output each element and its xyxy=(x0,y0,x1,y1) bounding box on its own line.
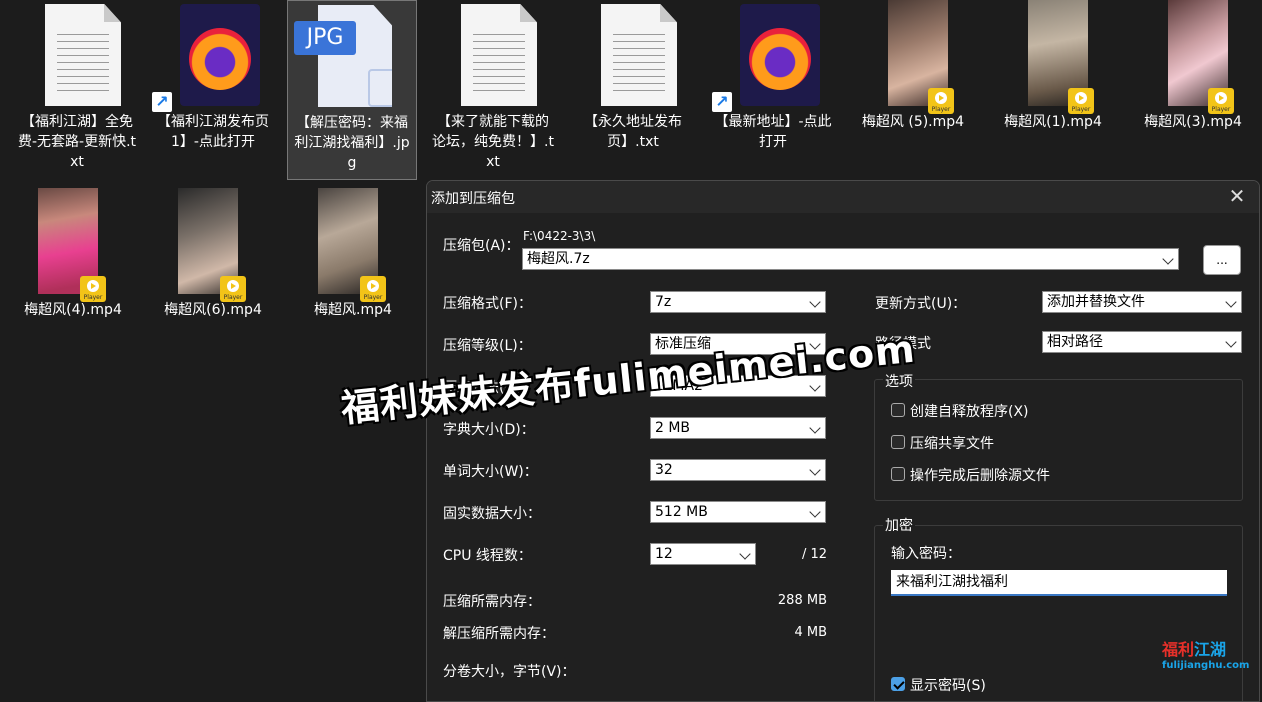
archive-name-combo[interactable]: 梅超风.7z xyxy=(522,248,1179,270)
path-mode-select[interactable]: 相对路径 xyxy=(1042,331,1242,353)
file-txt-1[interactable]: 【福利江湖】全免费-无套路-更新快.txt xyxy=(12,0,142,172)
file-name: 【福利江湖】全免费-无套路-更新快.txt xyxy=(17,114,137,170)
firefox-icon xyxy=(180,4,260,106)
path-mode-value: 相对路径 xyxy=(1047,334,1103,350)
sfx-checkbox[interactable] xyxy=(891,403,905,417)
shortcut-arrow-icon: ↗ xyxy=(712,92,732,112)
logo-url: fulijianghu.com xyxy=(1162,660,1250,671)
close-icon[interactable]: ✕ xyxy=(1225,183,1249,209)
cpu-threads-label: CPU 线程数： xyxy=(443,548,532,564)
file-video-2[interactable]: Player 梅超风(1).mp4 xyxy=(988,0,1118,132)
password-input[interactable]: 来福利江湖找福利 xyxy=(891,570,1227,596)
player-icon: Player xyxy=(360,276,386,302)
word-size-label: 单词大小(W)： xyxy=(443,464,538,480)
logo-text-b: 江湖 xyxy=(1194,640,1227,659)
add-to-archive-dialog: 添加到压缩包 ✕ 压缩包(A)： F:\0422-3\3\ 梅超风.7z ...… xyxy=(426,180,1260,702)
update-mode-select[interactable]: 添加并替换文件 xyxy=(1042,291,1242,313)
file-txt-2[interactable]: 【来了就能下载的论坛，纯免费！】.txt xyxy=(428,0,558,172)
file-video-6[interactable]: Player 梅超风.mp4 xyxy=(288,188,418,320)
solid-block-select[interactable]: 512 MB xyxy=(650,501,826,523)
firefox-icon xyxy=(740,4,820,106)
file-name: 梅超风(6).mp4 xyxy=(164,302,262,318)
file-video-1[interactable]: Player 梅超风 (5).mp4 xyxy=(848,0,978,132)
text-file-icon xyxy=(45,4,121,106)
format-label: 压缩格式(F)： xyxy=(443,296,532,312)
solid-block-label: 固实数据大小： xyxy=(443,506,541,522)
dialog-title: 添加到压缩包 xyxy=(431,191,515,207)
text-file-icon xyxy=(461,4,537,106)
update-mode-label: 更新方式(U)： xyxy=(875,296,967,312)
file-video-4[interactable]: Player 梅超风(4).mp4 xyxy=(8,188,138,320)
text-file-icon xyxy=(601,4,677,106)
archive-path: F:\0422-3\3\ xyxy=(523,229,596,243)
chevron-down-icon xyxy=(809,464,821,476)
file-shortcut-1[interactable]: ↗ 【福利江湖发布页1】-点此打开 xyxy=(148,0,278,152)
chevron-down-icon xyxy=(739,548,751,560)
player-icon: Player xyxy=(928,88,954,114)
file-video-5[interactable]: Player 梅超风(6).mp4 xyxy=(148,188,278,320)
chevron-down-icon xyxy=(1225,296,1237,308)
memory-compress-value: 288 MB xyxy=(777,593,827,608)
chevron-down-icon xyxy=(1225,336,1237,348)
cpu-threads-select[interactable]: 12 xyxy=(650,543,756,565)
logo-text-a: 福利 xyxy=(1162,640,1195,659)
file-name: 梅超风(1).mp4 xyxy=(1004,114,1102,130)
solid-block-value: 512 MB xyxy=(655,504,708,520)
memory-decompress-label: 解压缩所需内存： xyxy=(443,626,555,642)
browse-button[interactable]: ... xyxy=(1203,245,1241,275)
file-name: 【永久地址发布页】.txt xyxy=(584,114,682,150)
dictionary-value: 2 MB xyxy=(655,420,691,436)
shortcut-arrow-icon: ↗ xyxy=(152,92,172,112)
file-name: 【福利江湖发布页1】-点此打开 xyxy=(157,114,269,150)
chevron-down-icon xyxy=(809,422,821,434)
player-icon: Player xyxy=(1068,88,1094,114)
dictionary-select[interactable]: 2 MB xyxy=(650,417,826,439)
volume-size-label: 分卷大小，字节(V)： xyxy=(443,664,576,680)
format-select[interactable]: 7z xyxy=(650,291,826,313)
cpu-threads-total: / 12 xyxy=(801,547,827,562)
file-jpg[interactable]: JPG 【解压密码：来福利江湖找福利】.jpg xyxy=(287,0,417,180)
sfx-label: 创建自释放程序(X) xyxy=(910,404,1029,420)
file-video-3[interactable]: Player 梅超风(3).mp4 xyxy=(1128,0,1258,132)
cpu-threads-value: 12 xyxy=(655,546,673,562)
shared-files-checkbox[interactable] xyxy=(891,435,905,449)
word-size-select[interactable]: 32 xyxy=(650,459,826,481)
level-label: 压缩等级(L)： xyxy=(443,338,532,354)
file-name: 梅超风(4).mp4 xyxy=(24,302,122,318)
dialog-titlebar: 添加到压缩包 ✕ xyxy=(427,181,1259,213)
chevron-down-icon xyxy=(809,506,821,518)
format-value: 7z xyxy=(655,294,672,310)
chevron-down-icon[interactable] xyxy=(1162,253,1174,265)
memory-compress-label: 压缩所需内存： xyxy=(443,594,541,610)
encryption-title: 加密 xyxy=(883,515,915,535)
file-name: 梅超风(3).mp4 xyxy=(1144,114,1242,130)
file-name: 【最新地址】-点此打开 xyxy=(714,114,832,150)
file-name: 【解压密码：来福利江湖找福利】.jpg xyxy=(294,115,410,171)
site-logo: 福利江湖 fulijianghu.com xyxy=(1162,640,1254,684)
password-label: 输入密码： xyxy=(891,546,961,562)
player-icon: Player xyxy=(220,276,246,302)
file-name: 梅超风 (5).mp4 xyxy=(861,114,965,130)
show-password-label: 显示密码(S) xyxy=(910,678,986,694)
player-icon: Player xyxy=(1208,88,1234,114)
delete-after-checkbox[interactable] xyxy=(891,467,905,481)
archive-label: 压缩包(A)： xyxy=(443,238,520,254)
show-password-checkbox[interactable] xyxy=(891,677,905,691)
jpg-badge: JPG xyxy=(294,21,356,55)
word-size-value: 32 xyxy=(655,462,673,478)
update-mode-value: 添加并替换文件 xyxy=(1047,294,1145,310)
file-shortcut-2[interactable]: ↗ 【最新地址】-点此打开 xyxy=(708,0,838,152)
file-name: 【来了就能下载的论坛，纯免费！】.txt xyxy=(432,114,554,170)
archive-name-value: 梅超风.7z xyxy=(527,251,590,267)
shared-files-label: 压缩共享文件 xyxy=(910,436,994,452)
delete-after-label: 操作完成后删除源文件 xyxy=(910,468,1050,484)
file-txt-3[interactable]: 【永久地址发布页】.txt xyxy=(568,0,698,152)
player-icon: Player xyxy=(80,276,106,302)
file-name: 梅超风.mp4 xyxy=(314,302,392,318)
memory-decompress-value: 4 MB xyxy=(794,625,827,640)
chevron-down-icon xyxy=(809,296,821,308)
dictionary-label: 字典大小(D)： xyxy=(443,422,535,438)
